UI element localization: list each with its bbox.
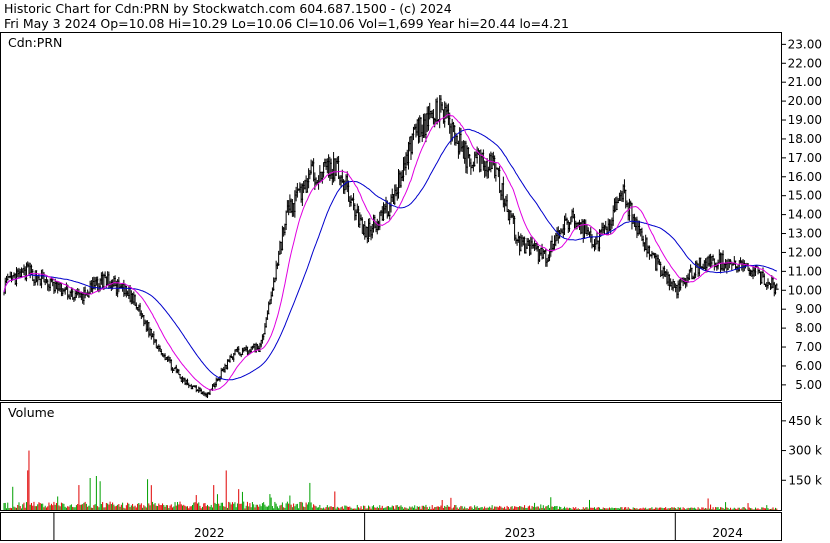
- chart-title: Historic Chart for Cdn:PRN by Stockwatch…: [4, 1, 452, 16]
- price-tick-label: 15.00: [788, 189, 822, 203]
- symbol-label: Cdn:PRN: [8, 35, 62, 50]
- price-tick-label: 20.00: [788, 94, 822, 108]
- price-tick-label: 21.00: [788, 75, 822, 89]
- volume-tick-label: 450 k: [788, 414, 822, 428]
- price-tick-label: 17.00: [788, 151, 822, 165]
- price-tick-label: 16.00: [788, 170, 822, 184]
- price-tick-label: 5.00: [795, 378, 822, 392]
- price-tick-label: 22.00: [788, 56, 822, 70]
- price-tick-label: 19.00: [788, 113, 822, 127]
- price-tick-label: 11.00: [788, 264, 822, 278]
- year-label: 2023: [505, 526, 536, 540]
- year-label: 2022: [194, 526, 225, 540]
- chart-background: [0, 0, 830, 543]
- year-label: 2024: [712, 526, 743, 540]
- price-tick-label: 10.00: [788, 283, 822, 297]
- stock-chart: Historic Chart for Cdn:PRN by Stockwatch…: [0, 0, 830, 543]
- price-tick-label: 7.00: [795, 340, 822, 354]
- price-tick-label: 9.00: [795, 302, 822, 316]
- price-tick-label: 12.00: [788, 245, 822, 259]
- price-tick-label: 14.00: [788, 208, 822, 222]
- volume-tick-label: 300 k: [788, 444, 822, 458]
- price-tick-label: 6.00: [795, 359, 822, 373]
- price-tick-label: 23.00: [788, 37, 822, 51]
- price-tick-label: 18.00: [788, 132, 822, 146]
- price-tick-label: 8.00: [795, 321, 822, 335]
- price-tick-label: 13.00: [788, 227, 822, 241]
- volume-label: Volume: [8, 405, 55, 420]
- volume-tick-label: 150 k: [788, 473, 822, 487]
- quote-summary: Fri May 3 2024 Op=10.08 Hi=10.29 Lo=10.0…: [4, 16, 569, 31]
